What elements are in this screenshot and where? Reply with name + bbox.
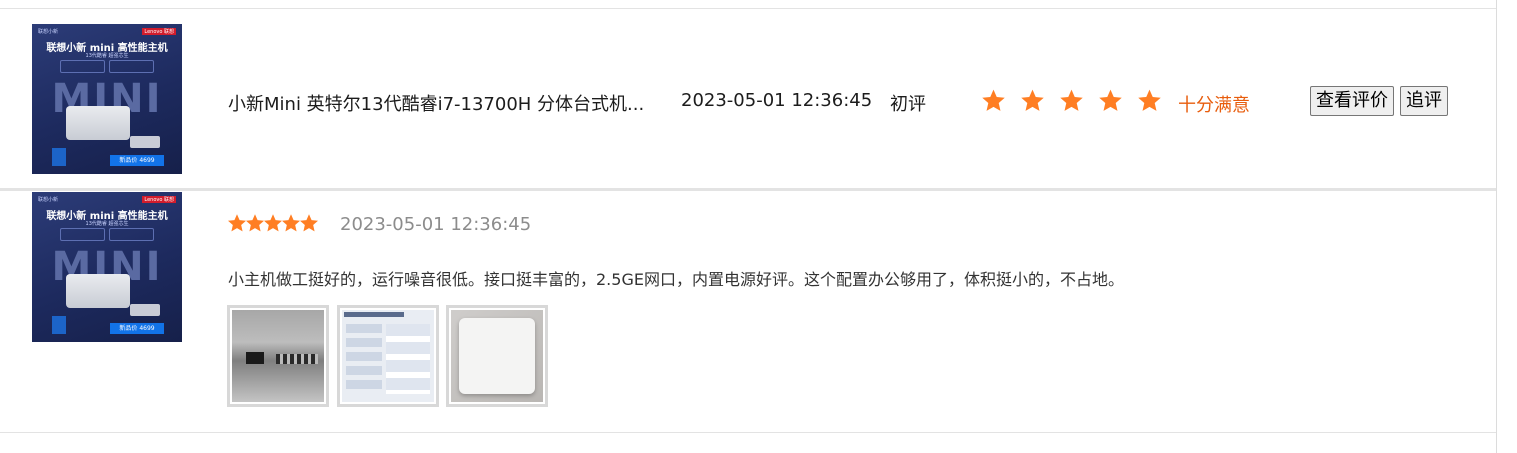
vent-grille — [276, 354, 318, 364]
top-divider — [0, 8, 1496, 9]
intel-core-badge — [52, 316, 66, 334]
right-divider — [1496, 0, 1497, 453]
thumb-subtitle: 13代酷睿 超强芯生 — [85, 221, 129, 227]
review-type: 初评 — [890, 94, 926, 115]
keyboard-image — [130, 136, 160, 148]
review-photo-1[interactable] — [227, 305, 329, 407]
review-date: 2023-05-01 12:36:45 — [681, 90, 873, 111]
star-icon — [281, 213, 301, 237]
star-icon — [227, 213, 247, 237]
row-divider — [0, 188, 1496, 191]
star-icon — [1020, 88, 1045, 117]
info-panel-left — [346, 324, 382, 394]
thumb-price-tag: 新品价 4699 — [110, 155, 164, 166]
mini-pc-image — [66, 274, 130, 308]
power-port — [246, 352, 264, 364]
review-photo-2[interactable] — [337, 305, 439, 407]
keyboard-image — [130, 304, 160, 316]
product-name[interactable]: 小新Mini 英特尔13代酷睿i7-13700H 分体台式机... — [228, 90, 644, 116]
bottom-divider — [0, 432, 1496, 433]
star-icon — [299, 213, 319, 237]
review-text: 小主机做工挺好的，运行噪音很低。接口挺丰富的，2.5GE网口，内置电源好评。这个… — [228, 270, 1124, 289]
mini-pc-image — [66, 106, 130, 140]
review-photo-3[interactable] — [446, 305, 548, 407]
review-detail-date: 2023-05-01 12:36:45 — [340, 214, 532, 235]
thumb-chips — [60, 228, 154, 241]
star-icon — [263, 213, 283, 237]
white-mini-pc — [459, 318, 535, 394]
thumb-lenovo-logo: Lenovo 联想 — [142, 28, 176, 35]
product-thumbnail[interactable]: 联想小新 Lenovo 联想 联想小新 mini 高性能主机 13代酷睿 超强芯… — [32, 24, 182, 174]
star-icon — [1098, 88, 1123, 117]
thumb-chips — [60, 60, 154, 73]
thumb-brand: 联想小新 — [38, 29, 59, 35]
followup-review-button[interactable]: 追评 — [1400, 86, 1448, 116]
star-icon — [245, 213, 265, 237]
thumb-lenovo-logo: Lenovo 联想 — [142, 196, 176, 203]
star-icon — [1137, 88, 1162, 117]
view-review-button[interactable]: 查看评价 — [1310, 86, 1394, 116]
thumb-price-tag: 新品价 4699 — [110, 323, 164, 334]
star-icon — [1059, 88, 1084, 117]
screen-title-bar — [344, 312, 404, 317]
review-product-thumbnail[interactable]: 联想小新 Lenovo 联想 联想小新 mini 高性能主机 13代酷睿 超强芯… — [32, 192, 182, 342]
thumb-subtitle: 13代酷睿 超强芯生 — [85, 53, 129, 59]
rating-text: 十分满意 — [1178, 95, 1250, 116]
thumb-brand: 联想小新 — [38, 197, 59, 203]
info-panel-right — [386, 324, 430, 394]
intel-core-badge — [52, 148, 66, 166]
star-icon — [981, 88, 1006, 117]
